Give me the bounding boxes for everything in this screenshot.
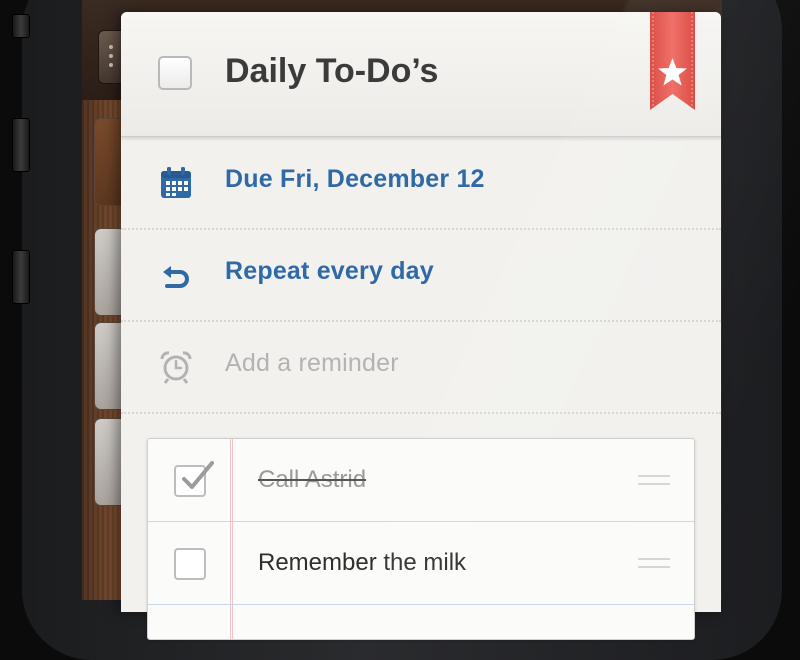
subtask-item[interactable]: Remember the milk bbox=[148, 522, 694, 605]
subtask-list: Call Astrid Remember the milk bbox=[147, 438, 695, 640]
menu-icon bbox=[109, 45, 113, 49]
repeat-label: Repeat every day bbox=[225, 257, 434, 285]
volume-up-button bbox=[12, 118, 30, 172]
phone-side-button bbox=[12, 14, 30, 38]
subtask-item[interactable]: Call Astrid bbox=[148, 439, 694, 522]
reminder-label: Add a reminder bbox=[225, 349, 399, 377]
checkmark-icon bbox=[182, 461, 214, 489]
subtask-label: Call Astrid bbox=[258, 466, 367, 493]
drag-handle-icon[interactable] bbox=[638, 475, 670, 477]
due-date-row[interactable]: Due Fri, December 12 bbox=[121, 138, 721, 230]
volume-down-button bbox=[12, 250, 30, 304]
subtask-checkbox[interactable] bbox=[174, 548, 206, 580]
task-header: Daily To-Do’s bbox=[121, 12, 721, 137]
task-title[interactable]: Daily To-Do’s bbox=[225, 52, 438, 91]
drag-handle-icon[interactable] bbox=[638, 558, 670, 560]
reminder-row[interactable]: Add a reminder bbox=[121, 322, 721, 414]
repeat-row[interactable]: Repeat every day bbox=[121, 230, 721, 322]
subtask-label: Remember the milk bbox=[258, 549, 467, 576]
calendar-icon bbox=[161, 167, 191, 198]
star-ribbon-icon[interactable] bbox=[650, 12, 695, 110]
repeat-icon bbox=[163, 266, 189, 288]
alarm-clock-icon bbox=[160, 351, 192, 384]
task-detail-panel: Daily To-Do’s Due Fri, December 12 Repea… bbox=[121, 12, 721, 640]
due-date-label: Due Fri, December 12 bbox=[225, 165, 485, 193]
task-complete-checkbox[interactable] bbox=[158, 56, 192, 90]
